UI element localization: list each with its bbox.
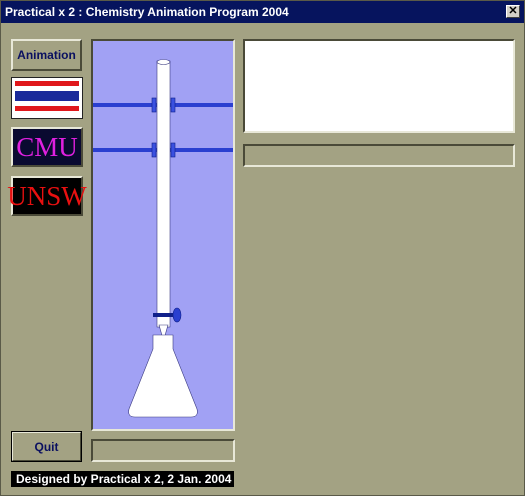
app-window: Practical x 2 : Chemistry Animation Prog… [0, 0, 525, 496]
animation-stage [91, 39, 235, 431]
upper-clamp-jaw-right [170, 97, 176, 113]
cmu-logo[interactable]: CMU [11, 127, 83, 167]
burette-tube [156, 60, 171, 328]
status-field [243, 144, 515, 167]
burette-opening [156, 59, 171, 65]
unsw-logo-text: UNSW [7, 180, 87, 211]
description-display [243, 39, 515, 133]
close-button[interactable]: ✕ [506, 5, 520, 18]
flag-stripe-red [15, 106, 79, 111]
unsw-logo[interactable]: UNSW [7, 176, 87, 216]
cmu-logo-text: CMU [16, 131, 78, 162]
stopcock-knob[interactable] [172, 307, 182, 323]
thai-flag-icon[interactable] [11, 77, 83, 119]
titration-apparatus [93, 59, 233, 418]
flag-stripe-blue [15, 91, 79, 101]
credit-label: Designed by Practical x 2, 2 Jan. 2004 [11, 471, 234, 487]
quit-button[interactable]: Quit [11, 431, 82, 462]
window-title: Practical x 2 : Chemistry Animation Prog… [5, 5, 289, 19]
animation-button-label: Animation [17, 48, 76, 62]
conical-flask [128, 334, 198, 418]
stage-status-field [91, 439, 235, 462]
animation-button[interactable]: Animation [11, 39, 82, 71]
lower-clamp-jaw-left [151, 142, 157, 158]
stopcock-handle[interactable] [153, 313, 175, 317]
upper-clamp-jaw-left [151, 97, 157, 113]
title-bar[interactable]: Practical x 2 : Chemistry Animation Prog… [1, 1, 524, 23]
close-icon: ✕ [508, 5, 518, 17]
quit-button-label: Quit [34, 439, 59, 454]
lower-clamp-jaw-right [170, 142, 176, 158]
